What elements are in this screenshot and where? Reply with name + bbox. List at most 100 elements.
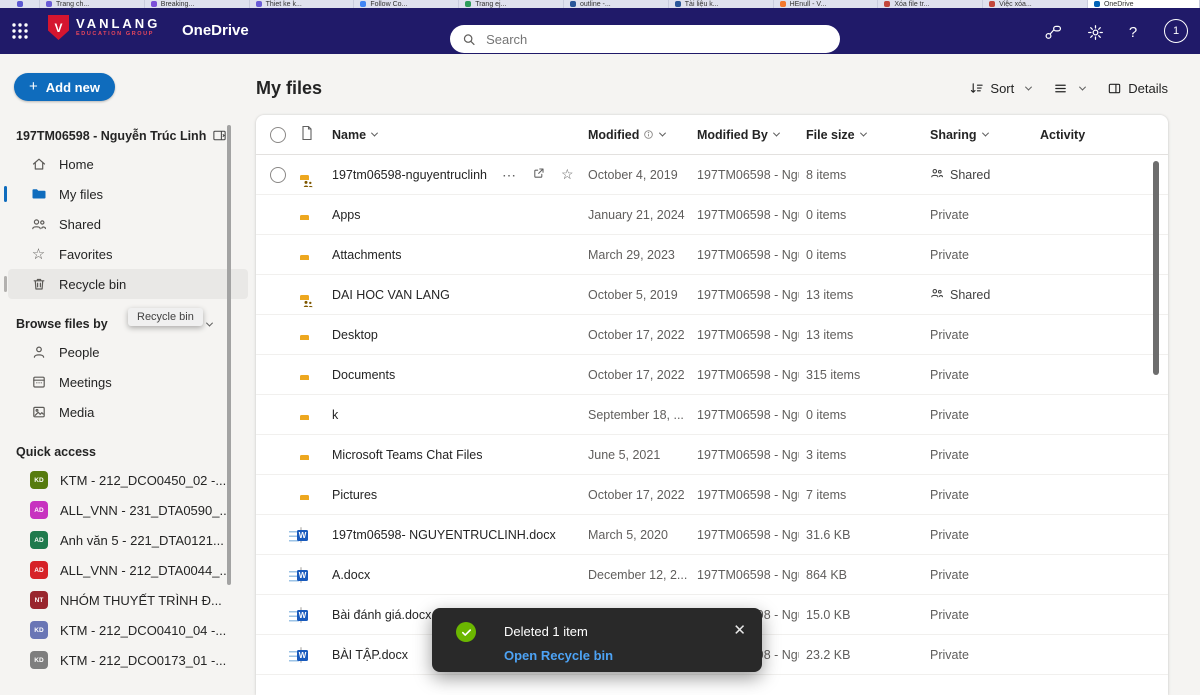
browser-tab[interactable] [0, 0, 40, 8]
quick-access-item[interactable]: ADAnh văn 5 - 221_DTA0121... [8, 525, 248, 555]
sidebar-item-my-files[interactable]: My files [8, 179, 248, 209]
quick-access-item[interactable]: ADALL_VNN - 212_DTA0044_... [8, 555, 248, 585]
table-row[interactable]: kSeptember 18, ...197TM06598 - Ngu0 item… [256, 395, 1168, 435]
table-scrollbar[interactable] [1153, 161, 1159, 375]
column-header-modified-by[interactable]: Modified By [697, 128, 806, 142]
browser-tab[interactable]: Trang ej... [459, 0, 564, 8]
modified-by: 197TM06598 - Ngu [697, 288, 799, 302]
sidebar-item-favorites[interactable]: ☆Favorites [8, 239, 248, 269]
sharing-status: Private [930, 408, 1040, 422]
settings-gear-icon[interactable] [1086, 23, 1104, 41]
quick-access-item[interactable]: KDKTM - 212_DCO0173_01 -... [8, 645, 248, 675]
sidebar-item-recycle-bin[interactable]: Recycle bin [8, 269, 248, 299]
browser-tab[interactable]: Thiet ke k... [250, 0, 355, 8]
column-header-sharing[interactable]: Sharing [930, 128, 1040, 142]
browser-tab-strip[interactable]: Trang ch...Breaking... Thiet ke k... Follo… [0, 0, 1200, 8]
sharing-status[interactable]: Shared [930, 166, 1040, 183]
column-header-modified[interactable]: Modified [588, 128, 697, 142]
browser-tab[interactable]: outline -... [564, 0, 669, 8]
browser-tab[interactable]: Tài liệu k... [669, 0, 774, 8]
app-launcher-waffle-icon[interactable] [10, 21, 30, 41]
browser-tab[interactable]: OneDrive [1088, 0, 1200, 8]
favorite-star-icon[interactable]: ☆ [561, 166, 574, 183]
share-icon[interactable] [532, 166, 546, 183]
table-row[interactable]: AppsJanuary 21, 2024197TM06598 - Ngu0 it… [256, 195, 1168, 235]
account-avatar[interactable]: 1 [1164, 19, 1188, 43]
file-name[interactable]: BÀI TẬP.docx [332, 648, 408, 662]
file-name[interactable]: Bài đánh giá.docx [332, 608, 431, 622]
sidebar-item-people[interactable]: People [8, 337, 248, 367]
search-bar[interactable] [450, 25, 840, 53]
file-name[interactable]: Attachments [332, 248, 401, 262]
sharing-status[interactable]: Shared [930, 286, 1040, 303]
browser-tab[interactable]: Follow Co... [354, 0, 459, 8]
chevron-down-icon [1025, 83, 1032, 90]
more-actions-icon[interactable]: ⋯ [502, 168, 517, 182]
help-icon[interactable]: ? [1124, 23, 1142, 41]
file-name[interactable]: A.docx [332, 568, 370, 582]
quick-access-label: KTM - 212_DCO0450_02 -... [60, 473, 226, 488]
select-all-checkbox[interactable] [270, 127, 286, 143]
account-name[interactable]: 197TM06598 - Nguyễn Trúc Linh [16, 128, 246, 143]
browser-tab[interactable]: Việc xóa... [983, 0, 1088, 8]
file-name[interactable]: Pictures [332, 488, 377, 502]
vanlang-shield-icon: V [48, 15, 69, 40]
details-button[interactable]: Details [1107, 81, 1168, 96]
browser-tab[interactable]: HEnull - V... [774, 0, 879, 8]
tab-favicon [46, 1, 52, 7]
tab-label: Tài liệu k... [685, 1, 719, 8]
quick-access-item[interactable]: KDKTM - 212_DCO0450_02 -... [8, 465, 248, 495]
search-input[interactable] [484, 31, 828, 48]
tab-label: Thiet ke k... [266, 1, 302, 8]
file-name[interactable]: Desktop [332, 328, 378, 342]
sharing-status: Private [930, 528, 1040, 542]
details-pane-icon [1107, 81, 1122, 96]
file-name[interactable]: 197tm06598- NGUYENTRUCLINH.docx [332, 528, 556, 542]
open-recycle-bin-link[interactable]: Open Recycle bin [504, 648, 613, 663]
view-options-button[interactable] [1053, 81, 1085, 96]
modified-date: October 17, 2022 [588, 328, 697, 342]
table-row[interactable]: DesktopOctober 17, 2022197TM06598 - Ngu1… [256, 315, 1168, 355]
modified-by: 197TM06598 - Ngu [697, 368, 799, 382]
table-row[interactable]: DAI HOC VAN LANGOctober 5, 2019197TM0659… [256, 275, 1168, 315]
file-name[interactable]: 197tm06598-nguyentruclinh [332, 168, 487, 182]
column-header-name[interactable]: Name [332, 128, 588, 142]
file-name[interactable]: k [332, 408, 338, 422]
quick-access-item[interactable]: KDKTM - 212_DCO0410_04 -... [8, 615, 248, 645]
sidebar-item-label: My files [59, 187, 103, 202]
table-row[interactable]: DocumentsOctober 17, 2022197TM06598 - Ng… [256, 355, 1168, 395]
add-new-button[interactable]: + Add new [14, 73, 115, 101]
sidebar-scrollbar[interactable] [227, 125, 231, 585]
file-name[interactable]: Documents [332, 368, 395, 382]
table-row[interactable]: W197tm06598- NGUYENTRUCLINH.docxMarch 5,… [256, 515, 1168, 555]
browser-tab[interactable]: Xóa file tr... [878, 0, 983, 8]
close-icon[interactable]: ✕ [733, 621, 746, 639]
column-header-activity[interactable]: Activity [1040, 128, 1168, 142]
sidebar-item-media[interactable]: Media [8, 397, 248, 427]
quick-access-item[interactable]: NTNHÓM THUYẾT TRÌNH Đ... [8, 585, 248, 615]
table-row[interactable]: Microsoft Teams Chat FilesJune 5, 202119… [256, 435, 1168, 475]
browser-tab[interactable]: Breaking... [145, 0, 250, 8]
browser-tab[interactable]: Trang ch... [40, 0, 145, 8]
table-row[interactable]: AttachmentsMarch 29, 2023197TM06598 - Ng… [256, 235, 1168, 275]
file-name[interactable]: Apps [332, 208, 361, 222]
connector-apps-icon[interactable] [1044, 23, 1062, 41]
file-name[interactable]: Microsoft Teams Chat Files [332, 448, 483, 462]
calendar-icon [30, 374, 47, 390]
sort-button[interactable]: Sort [969, 81, 1031, 96]
sidebar-item-meetings[interactable]: Meetings [8, 367, 248, 397]
row-checkbox[interactable] [270, 167, 286, 183]
table-row[interactable]: 197tm06598-nguyentruclinh⋯☆October 4, 20… [256, 155, 1168, 195]
quick-access-item[interactable]: ADALL_VNN - 231_DTA0590_... [8, 495, 248, 525]
sidebar-item-shared[interactable]: Shared [8, 209, 248, 239]
search-icon [462, 32, 476, 47]
table-row[interactable]: PicturesOctober 17, 2022197TM06598 - Ngu… [256, 475, 1168, 515]
column-header-file-size[interactable]: File size [806, 128, 930, 142]
table-row[interactable]: WA.docxDecember 12, 2...197TM06598 - Ngu… [256, 555, 1168, 595]
sidebar-item-home[interactable]: Home [8, 149, 248, 179]
sharing-status: Private [930, 328, 1040, 342]
file-name[interactable]: DAI HOC VAN LANG [332, 288, 450, 302]
toast-notification: Deleted 1 item Open Recycle bin ✕ [432, 608, 762, 672]
info-icon [643, 129, 654, 140]
modified-date: March 5, 2020 [588, 528, 697, 542]
